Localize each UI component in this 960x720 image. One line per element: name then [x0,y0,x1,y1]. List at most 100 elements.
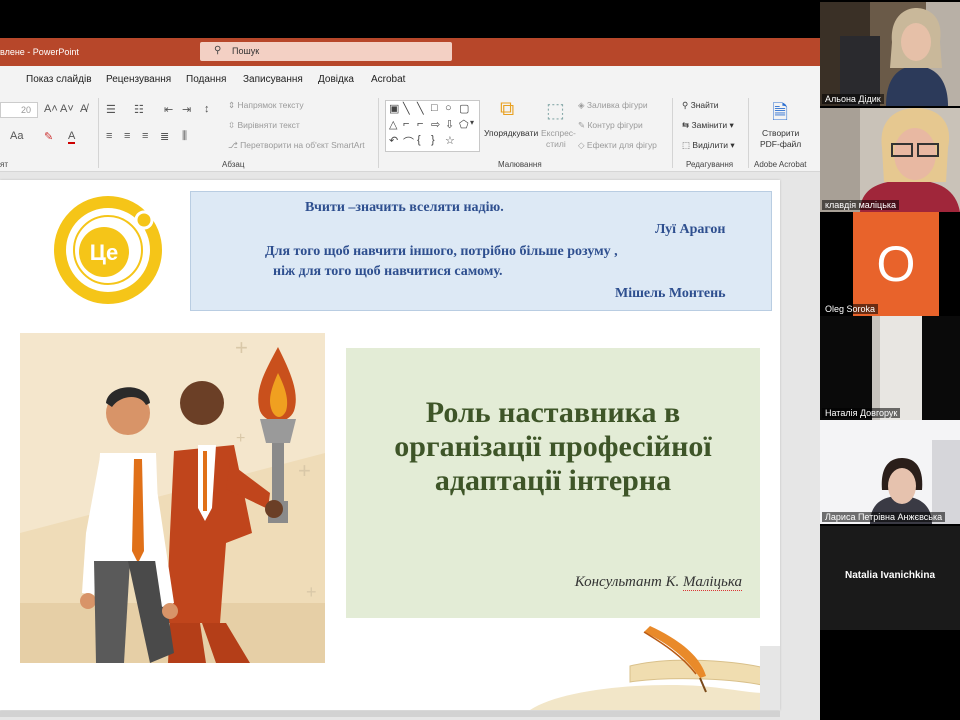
separator [672,98,673,168]
quote-1: Вчити –значить вселяти надію. [305,200,504,215]
participant-tile[interactable]: Лариса Петрівна Анжєвська [820,420,960,524]
tab-view[interactable]: Подання [186,74,226,85]
pdf-file-icon[interactable]: 🗎 [772,98,788,132]
rect-shape-icon[interactable]: □ [431,102,438,114]
font-size-box[interactable]: 20 [0,102,38,118]
arrange-icon[interactable]: ⧉ [500,98,514,121]
title-bar: влене - PowerPoint ⚲ Пошук [0,38,820,66]
search-icon: ⚲ [214,45,222,56]
participant-video [820,316,960,420]
find-button[interactable]: ⚲ Знайти [682,100,719,111]
create-pdf-label-2: PDF-файл [760,139,802,149]
slide-editor-area: Це Вчити –значить вселяти надію. Луї Ара… [0,172,820,720]
textbox-shape-icon[interactable]: ▣ [389,102,399,115]
title-line-3: адаптації інтерна [434,464,672,497]
tab-slideshow[interactable]: Показ слайдів [26,74,92,85]
consultant-name: Маліцька [683,574,742,591]
font-color-icon[interactable]: A [68,130,76,144]
shape-fill-button[interactable]: ◈ Заливка фігури [578,100,648,111]
justify-icon[interactable]: ≣ [160,130,169,143]
rounded-rect-shape-icon[interactable]: ▢ [459,102,469,115]
quick-styles-button[interactable]: Експрес- [541,128,576,138]
numbering-icon[interactable]: ☷ [134,103,144,116]
participant-tile[interactable]: Альона Дідик [820,2,960,106]
quote-2-line-1: Для того щоб навчити іншого, потрібно бі… [265,244,618,259]
participant-name: клавдія маліцька [822,200,900,210]
title-line-2: організації професійної [394,430,712,463]
triangle-shape-icon[interactable]: △ [389,118,397,131]
connector-shape-icon[interactable]: ⌐ [417,118,423,130]
shrink-font-icon[interactable]: A˅ [60,103,74,115]
connector-shape-icon[interactable]: ⌐ [403,118,409,130]
participant-tile[interactable]: клавдія маліцька [820,108,960,212]
columns-icon[interactable]: ⫼ [182,130,187,143]
svg-text:+: + [235,335,248,360]
quick-styles-label-2: стилі [546,139,566,149]
svg-text:+: + [306,582,317,602]
participant-name: Наталія Довгорук [822,408,901,418]
svg-text:+: + [298,458,311,483]
char-spacing-icon[interactable]: Aa [10,130,23,142]
align-right-icon[interactable]: ≡ [142,130,148,142]
bullets-icon[interactable]: ☰ [106,103,116,116]
quote-2-author: Мішель Монтень [615,286,726,301]
document-title: влене - PowerPoint [0,47,79,57]
arrow-shape-icon[interactable]: ⇩ [445,118,454,131]
align-text-button[interactable]: ⇳ Вирівняти текст [228,120,300,131]
quote-1-author: Луї Арагон [655,222,726,237]
quote-2-line-2: ніж для того щоб навчитися самому. [273,264,503,279]
decrease-indent-icon[interactable]: ⇤ [164,103,173,116]
font-size-value: 20 [21,105,32,115]
oval-shape-icon[interactable]: ○ [445,102,452,114]
participant-tile[interactable]: Natalia Ivanichkina [820,526,960,630]
curve-shape-icon[interactable]: ⌒ [403,134,414,150]
pentagon-shape-icon[interactable]: ⬠ [459,118,469,131]
align-center-icon[interactable]: ≡ [124,130,130,142]
brace-shape-icon[interactable]: { [417,134,421,146]
participant-avatar: O [853,212,939,316]
align-left-icon[interactable]: ≡ [106,130,112,142]
separator [748,98,749,168]
tab-help[interactable]: Довідка [318,74,354,85]
logo: Це [54,196,162,304]
search-box[interactable]: ⚲ Пошук [200,42,452,61]
replace-button[interactable]: ⇆ Замінити ▾ [682,120,734,131]
quick-styles-icon[interactable]: ⬚ [546,98,565,123]
clear-format-icon[interactable]: A̸ [80,103,87,115]
acrobat-group-label: Adobe Acrobat [754,160,807,169]
participant-tile[interactable]: Наталія Довгорук [820,316,960,420]
slide[interactable]: Це Вчити –значить вселяти надію. Луї Ара… [0,180,780,710]
ribbon-tabs: Показ слайдів Рецензування Подання Запис… [0,66,820,94]
participants-panel: Альона Дідик клавдія маліцька O Oleg Sor… [820,0,960,720]
star-shape-icon[interactable]: ☆ [445,134,455,147]
tab-acrobat[interactable]: Acrobat [371,74,405,85]
shapes-gallery[interactable]: ▣ ╲ ╲ □ ○ ▢ △ ⌐ ⌐ ⇨ ⇩ ⬠ ↶ ⌒ { } ☆ ▾ [385,100,480,152]
line-shape-icon[interactable]: ╲ [417,102,424,115]
arrow-shape-icon[interactable]: ⇨ [431,118,440,131]
drawing-group-label: Малювання [498,160,542,169]
tab-review[interactable]: Рецензування [106,74,171,85]
increase-indent-icon[interactable]: ⇥ [182,103,191,116]
powerpoint-window: влене - PowerPoint ⚲ Пошук Показ слайдів… [0,0,820,720]
arrange-button[interactable]: Упорядкувати [484,128,538,138]
line-shape-icon[interactable]: ╲ [403,102,410,115]
brace-shape-icon[interactable]: } [431,134,435,146]
parchment-quill-decoration [530,626,780,710]
curve-shape-icon[interactable]: ↶ [389,134,398,147]
gallery-more-icon[interactable]: ▾ [470,118,474,127]
smartart-button[interactable]: ⎇ Перетворити на об'єкт SmartArt [228,140,365,151]
tab-record[interactable]: Записування [243,74,303,85]
shape-outline-button[interactable]: ✎ Контур фігури [578,120,643,131]
title-line-1: Роль наставника в [425,396,681,429]
slide-title: Роль наставника в організації професійно… [346,396,760,498]
title-box[interactable]: Роль наставника в організації професійно… [346,348,760,618]
line-spacing-icon[interactable]: ↕ [204,103,210,115]
grow-font-icon[interactable]: A˄ [44,103,58,115]
select-button[interactable]: ⬚ Виділити ▾ [682,140,735,151]
create-pdf-button[interactable]: Створити [762,128,799,138]
highlight-icon[interactable]: ✎ [44,130,53,143]
participant-tile[interactable]: O Oleg Soroka [820,212,960,316]
separator [378,98,379,168]
text-direction-button[interactable]: ⇕ Напрямок тексту [228,100,304,111]
shape-effects-button[interactable]: ◇ Ефекти для фігур [578,140,657,151]
